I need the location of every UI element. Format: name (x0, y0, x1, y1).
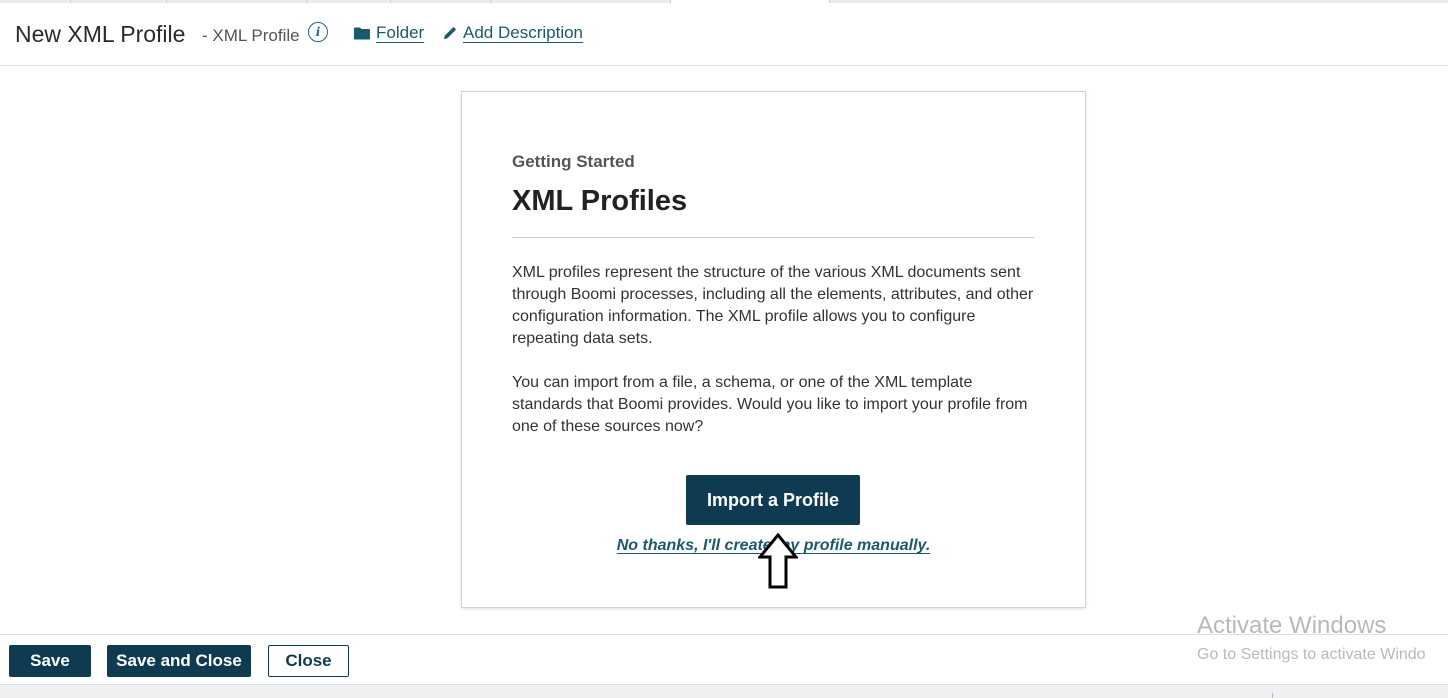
add-description-label: Add Description (463, 23, 584, 42)
page-title: New XML Profile (15, 21, 186, 47)
add-description-link[interactable]: Add Description (443, 23, 583, 43)
info-icon[interactable]: i (308, 22, 328, 42)
card-description-2: You can import from a file, a schema, or… (512, 374, 1028, 435)
card-heading: XML Profiles (512, 185, 688, 217)
folder-icon (354, 27, 370, 40)
footer-toolbar: Save Save and Close Close (0, 634, 1448, 685)
pencil-icon (443, 26, 457, 40)
folder-link[interactable]: Folder (354, 23, 424, 43)
card-divider (512, 237, 1034, 238)
card-eyebrow: Getting Started (512, 152, 635, 171)
status-separator (1272, 693, 1273, 698)
close-button[interactable]: Close (268, 645, 349, 677)
up-arrow-icon (758, 533, 798, 589)
card-description-1: XML profiles represent the structure of … (512, 264, 1034, 347)
status-bar (0, 684, 1448, 698)
page-subtitle: - XML Profile (202, 26, 300, 45)
folder-link-label: Folder (376, 23, 425, 42)
getting-started-card: Getting Started XML Profiles XML profile… (461, 91, 1086, 608)
save-and-close-button[interactable]: Save and Close (107, 645, 251, 677)
save-button[interactable]: Save (9, 645, 91, 677)
profile-header: New XML Profile - XML Profile i Folder A… (0, 3, 1448, 66)
import-profile-button[interactable]: Import a Profile (686, 475, 860, 525)
